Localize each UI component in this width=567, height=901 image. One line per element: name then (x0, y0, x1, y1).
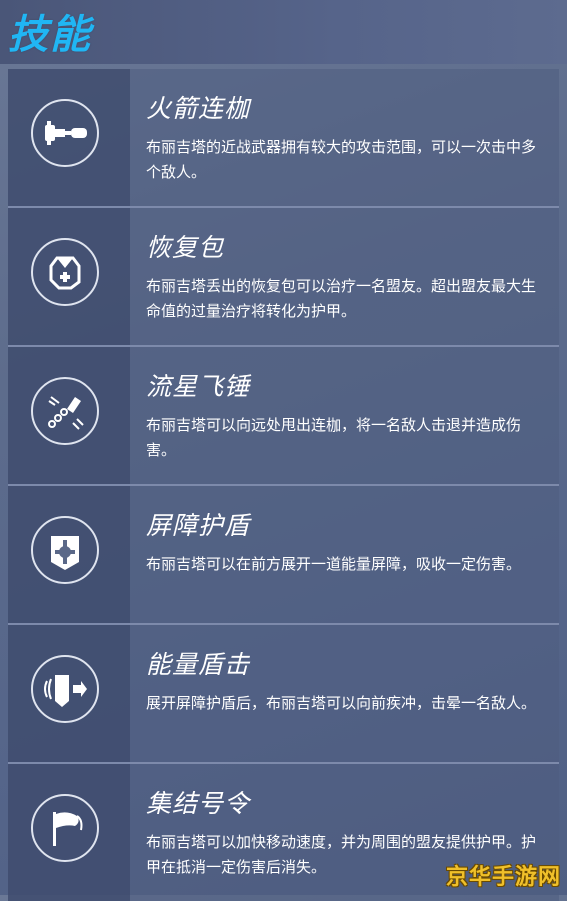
skill-description: 展开屏障护盾后，布丽吉塔可以向前疾冲，击晕一名敌人。 (146, 694, 537, 712)
skill-row: 能量盾击 展开屏障护盾后，布丽吉塔可以向前疾冲，击晕一名敌人。 (8, 625, 559, 764)
watermark: 京华手游网 (445, 865, 561, 890)
rally-icon (31, 794, 99, 862)
skill-name: 流星飞锤 (146, 372, 251, 401)
header: 技能 (0, 0, 567, 64)
shield-bash-icon (31, 655, 99, 723)
skill-row: 流星飞锤 布丽吉塔可以向远处甩出连枷，将一名敌人击退并造成伤害。 (8, 347, 559, 486)
skill-name: 能量盾击 (146, 650, 251, 679)
whip-shot-icon (31, 377, 99, 445)
skill-icon-cell (8, 764, 130, 901)
skill-description: 布丽吉塔可以在前方展开一道能量屏障，吸收一定伤害。 (146, 555, 522, 573)
skill-row: 火箭连枷 布丽吉塔的近战武器拥有较大的攻击范围，可以一次击中多个敌人。 (8, 69, 559, 208)
page-title: 技能 (8, 12, 92, 58)
skill-icon-cell (8, 486, 130, 623)
skill-name: 屏障护盾 (146, 511, 251, 540)
skill-name: 集结号令 (146, 789, 251, 818)
skill-name: 火箭连枷 (146, 94, 251, 123)
skill-icon-cell (8, 69, 130, 206)
skill-row: 恢复包 布丽吉塔丢出的恢复包可以治疗一名盟友。超出盟友最大生命值的过量治疗将转化… (8, 208, 559, 347)
skill-icon-cell (8, 208, 130, 345)
skill-icon-cell (8, 347, 130, 484)
repair-pack-icon (31, 238, 99, 306)
skill-description: 布丽吉塔丢出的恢复包可以治疗一名盟友。超出盟友最大生命值的过量治疗将转化为护甲。 (146, 277, 537, 320)
skill-icon-cell (8, 625, 130, 762)
skill-name: 恢复包 (146, 233, 225, 262)
rocket-flail-icon (31, 99, 99, 167)
skill-description: 布丽吉塔的近战武器拥有较大的攻击范围，可以一次击中多个敌人。 (146, 138, 537, 181)
skill-description: 布丽吉塔可以向远处甩出连枷，将一名敌人击退并造成伤害。 (146, 416, 522, 459)
barrier-shield-icon (31, 516, 99, 584)
skill-list: 火箭连枷 布丽吉塔的近战武器拥有较大的攻击范围，可以一次击中多个敌人。 恢复包 … (8, 69, 559, 901)
skill-row: 屏障护盾 布丽吉塔可以在前方展开一道能量屏障，吸收一定伤害。 (8, 486, 559, 625)
